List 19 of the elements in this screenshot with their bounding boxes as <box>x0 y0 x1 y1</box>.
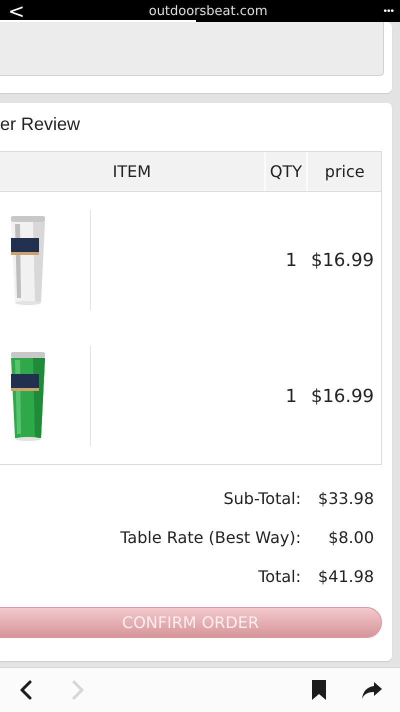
back-button[interactable]: < <box>0 1 33 21</box>
column-header: QTY <box>266 152 308 191</box>
section-title: er Review <box>0 113 82 136</box>
total-value: $33.98 <box>317 489 374 509</box>
total-label: Total: <box>258 567 301 587</box>
url-text[interactable]: outdoorsbeat.com <box>148 4 268 18</box>
menu-button[interactable]: ••• <box>383 6 400 16</box>
total-value: $8.00 <box>327 528 374 548</box>
table-cell-text: 1 <box>284 250 298 270</box>
table-cell-text: 1 <box>284 386 298 406</box>
bookmark-icon[interactable] <box>311 680 327 700</box>
share-icon[interactable] <box>361 680 383 700</box>
column-header: price <box>324 161 366 183</box>
column-header: ITEM <box>0 152 266 191</box>
total-label: Sub-Total: <box>223 489 301 509</box>
table-cell-text: $16.99 <box>310 386 375 406</box>
total-value: $41.98 <box>317 567 374 587</box>
table-cell-text: $16.99 <box>310 250 375 270</box>
total-label: Table Rate (Best Way): <box>120 528 301 548</box>
